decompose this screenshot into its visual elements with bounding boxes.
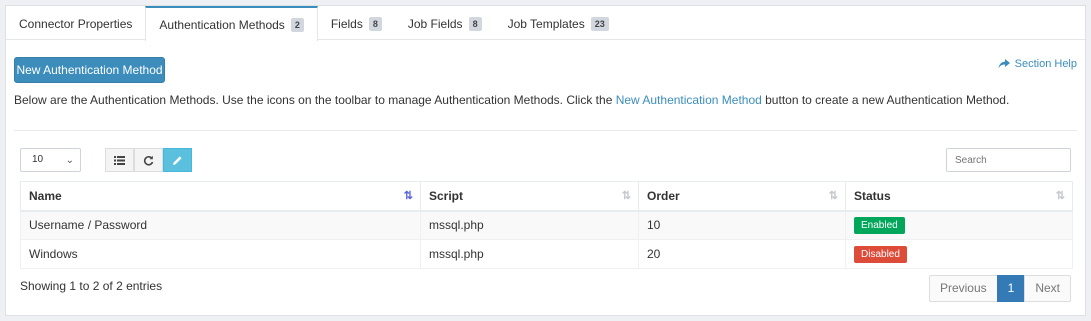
table-row[interactable]: Windows mssql.php 20 Disabled bbox=[20, 239, 1073, 269]
search-input[interactable] bbox=[946, 148, 1071, 172]
table-toolbar bbox=[105, 148, 192, 172]
column-header-script[interactable]: Script ⇅ bbox=[420, 181, 639, 212]
column-header-name[interactable]: Name ⇅ bbox=[20, 181, 421, 212]
authentication-methods-table: Name ⇅ Script ⇅ Order ⇅ Status ⇅ Usernam… bbox=[20, 181, 1073, 269]
sort-icon: ⇅ bbox=[621, 190, 631, 202]
table-info-text: Showing 1 to 2 of 2 entries bbox=[20, 279, 163, 293]
chevron-down-icon: ⌄ bbox=[65, 155, 74, 166]
sort-icon: ⇅ bbox=[1055, 190, 1065, 202]
authentication-methods-panel: Connector Properties Authentication Meth… bbox=[5, 5, 1086, 316]
tab-label: Job Fields bbox=[407, 17, 463, 31]
cell-name: Username / Password bbox=[20, 210, 421, 240]
page-1-button[interactable]: 1 bbox=[996, 275, 1026, 302]
count-badge: 23 bbox=[590, 17, 609, 31]
intro-text: Below are the Authentication Methods. Us… bbox=[14, 93, 1009, 107]
column-label: Order bbox=[647, 188, 680, 203]
sort-ascending-icon: ⇅ bbox=[403, 190, 413, 202]
cell-order: 20 bbox=[638, 239, 846, 269]
tab-job-fields[interactable]: Job Fields 8 bbox=[395, 6, 495, 40]
column-header-order[interactable]: Order ⇅ bbox=[638, 181, 846, 212]
column-label: Status bbox=[854, 188, 891, 203]
status-badge: Enabled bbox=[854, 216, 905, 234]
share-arrow-icon bbox=[998, 59, 1010, 69]
divider bbox=[14, 130, 1077, 131]
cell-order: 10 bbox=[638, 210, 846, 240]
intro-text-before: Below are the Authentication Methods. Us… bbox=[14, 93, 616, 107]
table-header-row: Name ⇅ Script ⇅ Order ⇅ Status ⇅ bbox=[20, 181, 1073, 212]
cell-name: Windows bbox=[20, 239, 421, 269]
list-view-button[interactable] bbox=[105, 148, 134, 172]
column-label: Name bbox=[29, 188, 62, 203]
tab-label: Job Templates bbox=[507, 17, 585, 31]
count-badge: 8 bbox=[468, 17, 482, 31]
new-authentication-method-button[interactable]: New Authentication Method bbox=[14, 57, 165, 83]
previous-page-button[interactable]: Previous bbox=[928, 275, 998, 302]
new-authentication-method-link[interactable]: New Authentication Method bbox=[616, 93, 762, 107]
cell-status: Disabled bbox=[845, 239, 1073, 269]
count-badge: 8 bbox=[368, 17, 382, 31]
sort-icon: ⇅ bbox=[828, 190, 838, 202]
column-header-status[interactable]: Status ⇅ bbox=[845, 181, 1073, 212]
tab-label: Fields bbox=[330, 17, 363, 31]
cell-script: mssql.php bbox=[420, 210, 639, 240]
tab-label: Authentication Methods bbox=[159, 17, 285, 32]
tab-authentication-methods[interactable]: Authentication Methods 2 bbox=[145, 6, 318, 41]
tab-label: Connector Properties bbox=[19, 17, 133, 31]
next-page-button[interactable]: Next bbox=[1024, 275, 1071, 302]
cell-script: mssql.php bbox=[420, 239, 639, 269]
table-row[interactable]: Username / Password mssql.php 10 Enabled bbox=[20, 210, 1073, 240]
count-badge: 2 bbox=[290, 17, 304, 32]
cell-status: Enabled bbox=[845, 210, 1073, 240]
edit-button[interactable] bbox=[163, 148, 192, 172]
column-label: Script bbox=[429, 188, 464, 203]
tab-fields[interactable]: Fields 8 bbox=[318, 6, 395, 40]
status-badge: Disabled bbox=[854, 245, 907, 263]
page-size-select[interactable]: 10 ⌄ bbox=[20, 148, 81, 172]
pencil-icon bbox=[173, 155, 182, 165]
intro-text-after: button to create a new Authentication Me… bbox=[761, 93, 1010, 107]
tab-connector-properties[interactable]: Connector Properties bbox=[6, 6, 145, 40]
refresh-icon bbox=[143, 155, 154, 166]
list-icon bbox=[114, 155, 125, 165]
refresh-button[interactable] bbox=[134, 148, 163, 172]
tab-bar: Connector Properties Authentication Meth… bbox=[6, 6, 1085, 41]
page-size-value: 10 bbox=[32, 154, 44, 165]
section-help-link[interactable]: Section Help bbox=[998, 58, 1077, 70]
section-help-label: Section Help bbox=[1014, 58, 1077, 70]
pagination: Previous 1 Next bbox=[928, 275, 1071, 302]
tab-job-templates[interactable]: Job Templates 23 bbox=[495, 6, 622, 40]
